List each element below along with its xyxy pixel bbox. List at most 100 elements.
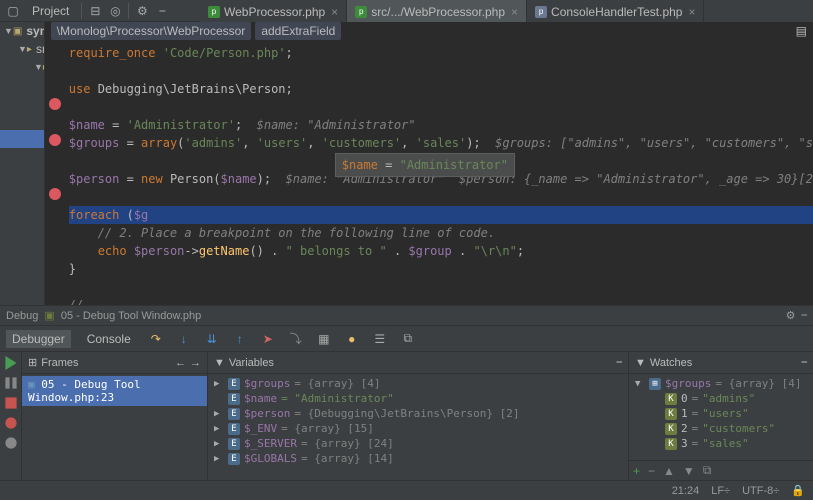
variable-row[interactable]: ▶E$person = {Debugging\JetBrains\Person}… — [208, 406, 628, 421]
run-to-cursor-icon[interactable]: ➤ — [259, 330, 277, 348]
file-encoding[interactable]: UTF-8÷ — [742, 485, 779, 497]
variable-value: = {array} [24] — [301, 437, 394, 450]
settings-icon[interactable]: ⚙ — [133, 2, 151, 20]
tree-node[interactable]: ▼▸Doctrine — [0, 94, 45, 112]
hide-icon[interactable]: ⎯ — [153, 2, 171, 20]
tree-node[interactable]: ▶▸DependencyInjection — [0, 184, 45, 202]
status-bar: 21:24 LF÷ UTF-8÷ 🔒 — [0, 480, 813, 500]
minimize-icon[interactable]: ⎯ — [617, 356, 623, 369]
chevron-down-icon: ▼ — [4, 26, 13, 36]
minimize-icon[interactable]: ⎯ — [802, 356, 808, 369]
minimize-icon[interactable]: ⎯ — [802, 309, 808, 322]
variable-row[interactable]: ▶E$groups = {array} [4] — [208, 376, 628, 391]
breadcrumb-class[interactable]: \Monolog\Processor\WebProcessor — [51, 22, 252, 40]
breakpoint-icon[interactable] — [49, 98, 61, 110]
project-view-icon[interactable]: ▢ — [4, 2, 22, 20]
tree-node[interactable]: ▶▸EventListener — [0, 274, 45, 292]
line-separator[interactable]: LF÷ — [711, 485, 730, 497]
watch-child-row[interactable]: K2 = "customers" — [629, 421, 813, 436]
tree-root[interactable]: ▼ ▣ symfony2 (~/PhpstormProjects/symfo — [0, 22, 44, 40]
editor-tab[interactable]: psrc/.../WebProcessor.php× — [347, 0, 527, 23]
add-watch-icon[interactable]: + — [633, 464, 640, 478]
next-frame-icon[interactable]: → — [190, 357, 201, 369]
tree-node[interactable]: ▶▸ChoiceList — [0, 238, 45, 256]
watch-child-value: "admins" — [702, 392, 755, 405]
editor-tab[interactable]: pWebProcessor.php× — [200, 0, 347, 23]
variable-row[interactable]: ▶E$_ENV = {array} [15] — [208, 421, 628, 436]
tree-node[interactable]: ▶▸DataTransformer — [0, 256, 45, 274]
caret-position: 21:24 — [672, 485, 700, 497]
resume-icon[interactable] — [4, 356, 18, 370]
mute-breakpoints-icon[interactable]: ☰ — [371, 330, 389, 348]
move-up-icon[interactable]: ▲ — [663, 464, 675, 478]
evaluate-tooltip: $name = "Administrator" — [335, 153, 515, 177]
editor-split-icon[interactable]: ▤ — [796, 24, 807, 38]
step-out-icon[interactable]: ↑ — [231, 330, 249, 348]
step-over-icon[interactable]: ↷ — [147, 330, 165, 348]
tree-node[interactable]: ▼▸Form — [0, 220, 45, 238]
editor-tab[interactable]: pConsoleHandlerTest.php× — [527, 0, 704, 23]
step-into-icon[interactable]: ↓ — [175, 330, 193, 348]
chevron-icon: ▼ — [18, 44, 27, 54]
variable-row[interactable]: ▶E$GLOBALS = {array} [14] — [208, 451, 628, 466]
evaluate-icon[interactable]: ▦ — [315, 330, 333, 348]
watch-child-row[interactable]: K0 = "admins" — [629, 391, 813, 406]
tree-node[interactable]: ◆DoctrineDataCollec — [0, 148, 45, 166]
variable-badge: E — [228, 438, 240, 450]
watch-row[interactable]: ▼⊞$groups = {array} [4] — [629, 376, 813, 391]
variables-title: Variables — [229, 357, 274, 369]
pause-icon[interactable] — [4, 376, 18, 390]
breakpoint-icon[interactable] — [49, 188, 61, 200]
php-file-icon: p — [535, 6, 547, 18]
prev-frame-icon[interactable]: ← — [175, 357, 186, 369]
variable-name: $groups — [244, 377, 290, 390]
tab-console[interactable]: Console — [81, 330, 137, 348]
breadcrumb-method[interactable]: addExtraField — [255, 22, 341, 40]
variable-row[interactable]: E$name = "Administrator" — [208, 391, 628, 406]
watch-child-value: "customers" — [702, 422, 775, 435]
variable-name: $name — [244, 392, 277, 405]
tree-node[interactable]: ▶▸CacheWarmer — [0, 112, 45, 130]
variable-value: = {array} [14] — [301, 452, 394, 465]
settings-icon[interactable]: ⚙ — [786, 309, 796, 322]
debug-session-name: 05 - Debug Tool Window.php — [61, 310, 201, 322]
key-badge: K — [665, 438, 677, 450]
breadcrumb: \Monolog\Processor\WebProcessor addExtra… — [45, 22, 813, 40]
lock-icon[interactable]: 🔒 — [791, 484, 805, 497]
watch-value: = {array} [4] — [715, 377, 801, 390]
frames-title: Frames — [41, 357, 78, 369]
force-step-into-icon[interactable]: ⇊ — [203, 330, 221, 348]
locate-icon[interactable]: ◎ — [106, 2, 124, 20]
tab-debugger[interactable]: Debugger — [6, 330, 71, 348]
close-icon[interactable]: × — [511, 5, 518, 19]
watch-child-row[interactable]: K3 = "sales" — [629, 436, 813, 451]
breakpoint-icon[interactable] — [49, 134, 61, 146]
tree-node[interactable]: ▼▸Symfony — [0, 58, 44, 76]
code-editor[interactable]: require_once 'Code/Person.php'; use Debu… — [45, 40, 813, 305]
watch-child-row[interactable]: K1 = "users" — [629, 406, 813, 421]
tree-node[interactable]: ▶▸Type — [0, 292, 45, 305]
debug-run-controls — [0, 352, 22, 480]
tree-node[interactable]: ▼▸src — [0, 40, 44, 58]
tree-node[interactable]: ▼▸DataCollector — [0, 130, 45, 148]
drop-frame-icon[interactable]: ⤵ — [287, 330, 305, 348]
close-icon[interactable]: × — [331, 5, 338, 19]
folder-icon: ▣ — [13, 24, 22, 38]
stop-icon[interactable] — [4, 396, 18, 410]
move-down-icon[interactable]: ▼ — [683, 464, 695, 478]
tree-node[interactable]: ▶▸ExpressionLanguage — [0, 202, 45, 220]
variable-badge: E — [228, 408, 240, 420]
close-icon[interactable]: × — [688, 5, 695, 19]
toggle-breakpoint-icon[interactable]: ● — [343, 330, 361, 348]
variable-badge: E — [228, 423, 240, 435]
mute-icon[interactable] — [4, 436, 18, 450]
remove-watch-icon[interactable]: − — [648, 464, 655, 478]
tree-node[interactable]: ▶▸DataFixtures — [0, 166, 45, 184]
collapse-icon[interactable]: ⊟ — [86, 2, 104, 20]
settings-icon[interactable]: ⧉ — [399, 330, 417, 348]
variable-row[interactable]: ▶E$_SERVER = {array} [24] — [208, 436, 628, 451]
tree-node[interactable]: ▼▸Bridge — [0, 76, 45, 94]
frame-item[interactable]: ▣ 05 - Debug Tool Window.php:23 — [22, 376, 207, 406]
view-breakpoints-icon[interactable] — [4, 416, 18, 430]
copy-icon[interactable]: ⧉ — [703, 463, 712, 478]
